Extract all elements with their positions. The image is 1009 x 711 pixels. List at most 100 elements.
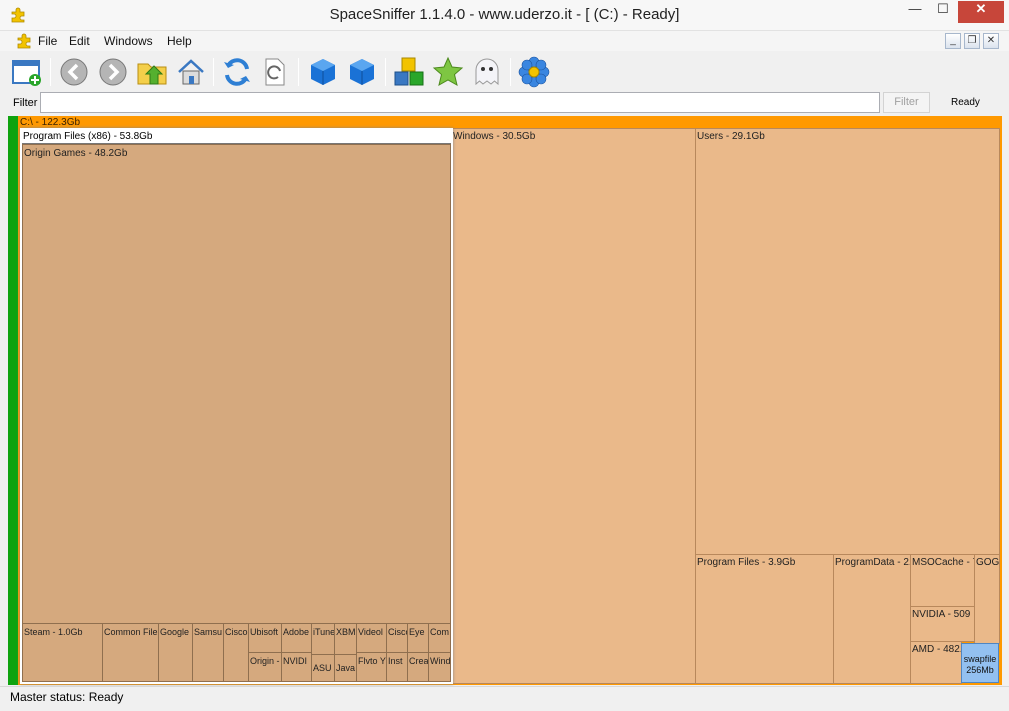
- block-label: Samsu: [194, 627, 223, 637]
- new-window-icon[interactable]: [11, 56, 43, 88]
- block-label: AMD - 482.: [912, 644, 962, 655]
- status-bar: Master status: Ready: [0, 686, 1009, 711]
- block-label: Origin -: [250, 656, 280, 666]
- treemap-block-adobe[interactable]: Adobe: [281, 623, 312, 653]
- block-label: iTune: [313, 627, 335, 637]
- block-label: ProgramData - 2.2: [835, 557, 911, 568]
- block-label: Crea: [409, 656, 429, 666]
- treemap-root-c-drive[interactable]: C:\ - 122.3Gb Windows - 30.5Gb Users - 2…: [8, 116, 1002, 685]
- block-label: Java: [336, 663, 356, 673]
- block-label: Wind: [430, 656, 451, 666]
- block-label: Inst: [388, 656, 403, 666]
- scan-status-label: Ready: [951, 97, 980, 108]
- back-icon[interactable]: [58, 56, 90, 88]
- forward-icon[interactable]: [97, 56, 129, 88]
- menu-help[interactable]: Help: [167, 34, 192, 48]
- treemap-block-cisco-2[interactable]: Cisco: [386, 623, 408, 653]
- block-label: XBM: [336, 627, 356, 637]
- treemap-block-common-files[interactable]: Common File: [102, 623, 159, 682]
- treemap-block-origin-games[interactable]: Origin Games - 48.2Gb: [22, 144, 451, 624]
- treemap-block-nvidia-x86[interactable]: NVIDI: [281, 652, 312, 682]
- menu-edit[interactable]: Edit: [69, 34, 90, 48]
- treemap-block-java[interactable]: Java: [334, 654, 357, 682]
- toolbar-separator: [510, 58, 511, 86]
- treemap-block-samsung[interactable]: Samsu: [192, 623, 224, 682]
- zoom-in-icon[interactable]: [346, 56, 378, 88]
- maximize-button[interactable]: ☐: [930, 1, 956, 23]
- menu-bar: File Edit Windows Help _ ❐ ✕: [0, 31, 1009, 51]
- block-label: Com: [430, 627, 450, 637]
- treemap-block-msocache[interactable]: MSOCache - 7: [910, 554, 975, 607]
- treemap-block-com[interactable]: Com: [428, 623, 451, 653]
- rescan-icon[interactable]: [259, 56, 291, 88]
- treemap-block-flvto[interactable]: Flvto Y: [356, 652, 387, 682]
- block-label: NVIDI: [283, 656, 308, 666]
- cubes-icon[interactable]: [393, 56, 425, 88]
- treemap-block-inst[interactable]: Inst: [386, 652, 408, 682]
- filter-button[interactable]: Filter: [883, 92, 930, 113]
- favorite-star-icon[interactable]: [432, 56, 464, 88]
- treemap-block-google[interactable]: Google: [158, 623, 193, 682]
- block-label: Google: [160, 627, 190, 637]
- filter-input[interactable]: [40, 92, 880, 113]
- ghost-icon[interactable]: [471, 56, 503, 88]
- toolbar: [0, 52, 1009, 92]
- toolbar-separator: [385, 58, 386, 86]
- treemap-block-gog[interactable]: GOG: [974, 554, 1000, 644]
- block-label: NVIDIA - 509: [912, 609, 971, 620]
- menu-windows[interactable]: Windows: [104, 34, 153, 48]
- treemap-block-itunes[interactable]: iTune: [311, 623, 335, 655]
- treemap-block-amd[interactable]: AMD - 482.: [910, 641, 962, 684]
- minimize-button[interactable]: —: [902, 1, 928, 23]
- treemap-block-program-files-x86[interactable]: Program Files (x86) - 53.8Gb Origin Game…: [20, 128, 453, 684]
- mdi-close-button[interactable]: ✕: [983, 33, 999, 49]
- toolbar-separator: [298, 58, 299, 86]
- block-label: Common File: [104, 627, 158, 637]
- block-label: Windows - 30.5Gb: [453, 131, 536, 142]
- close-button[interactable]: ✕: [958, 1, 1004, 23]
- free-space-bar: [8, 116, 18, 685]
- block-label: Eye: [409, 627, 425, 637]
- treemap-block-eye[interactable]: Eye: [407, 623, 429, 653]
- menu-puzzle-icon[interactable]: [16, 33, 32, 49]
- swapfile-size: 256Mb: [966, 665, 994, 675]
- treemap-block-asus[interactable]: ASU: [311, 654, 335, 682]
- filter-label: Filter: [13, 97, 38, 109]
- treemap-file-swapfile[interactable]: swapfile 256Mb: [961, 643, 999, 683]
- home-icon[interactable]: [175, 56, 207, 88]
- title-bar: SpaceSniffer 1.1.4.0 - www.uderzo.it - […: [0, 0, 1009, 31]
- block-label: Adobe: [283, 627, 310, 637]
- block-label: Program Files - 3.9Gb: [697, 557, 796, 568]
- toolbar-separator: [50, 58, 51, 86]
- treemap-block-origin[interactable]: Origin -: [248, 652, 282, 682]
- menu-file[interactable]: File: [38, 34, 57, 48]
- block-label: GOG: [976, 557, 1000, 568]
- treemap-block-steam[interactable]: Steam - 1.0Gb: [22, 623, 103, 682]
- parent-folder-icon[interactable]: [136, 56, 168, 88]
- treemap-block-nvidia[interactable]: NVIDIA - 509: [910, 606, 975, 642]
- block-label: Cisco: [225, 627, 248, 637]
- treemap-block-xbmc[interactable]: XBM: [334, 623, 357, 655]
- refresh-icon[interactable]: [221, 56, 253, 88]
- selected-block-header: Program Files (x86) - 53.8Gb: [22, 130, 451, 144]
- treemap-block-program-files[interactable]: Program Files - 3.9Gb: [695, 554, 834, 684]
- treemap-block-wind[interactable]: Wind: [428, 652, 451, 682]
- treemap-block-windows[interactable]: Windows - 30.5Gb: [451, 128, 696, 684]
- treemap-block-users[interactable]: Users - 29.1Gb: [695, 128, 1000, 555]
- block-label: Users - 29.1Gb: [697, 131, 765, 142]
- block-label: ASU: [313, 663, 332, 673]
- treemap-block-ubisoft[interactable]: Ubisoft: [248, 623, 282, 653]
- treemap-block-crea[interactable]: Crea: [407, 652, 429, 682]
- treemap-block-cisco[interactable]: Cisco: [223, 623, 249, 682]
- block-label: Steam - 1.0Gb: [24, 627, 83, 637]
- block-label: Cisco: [388, 627, 407, 637]
- mdi-minimize-button[interactable]: _: [945, 33, 961, 49]
- zoom-out-icon[interactable]: [307, 56, 339, 88]
- mdi-restore-button[interactable]: ❐: [964, 33, 980, 49]
- block-label: MSOCache - 7: [912, 557, 975, 568]
- block-label: Origin Games - 48.2Gb: [24, 148, 128, 159]
- treemap-block-videolan[interactable]: Videol: [356, 623, 387, 653]
- treemap-block-programdata[interactable]: ProgramData - 2.2: [833, 554, 911, 684]
- settings-flower-icon[interactable]: [518, 56, 550, 88]
- master-status-text: Master status: Ready: [10, 690, 124, 704]
